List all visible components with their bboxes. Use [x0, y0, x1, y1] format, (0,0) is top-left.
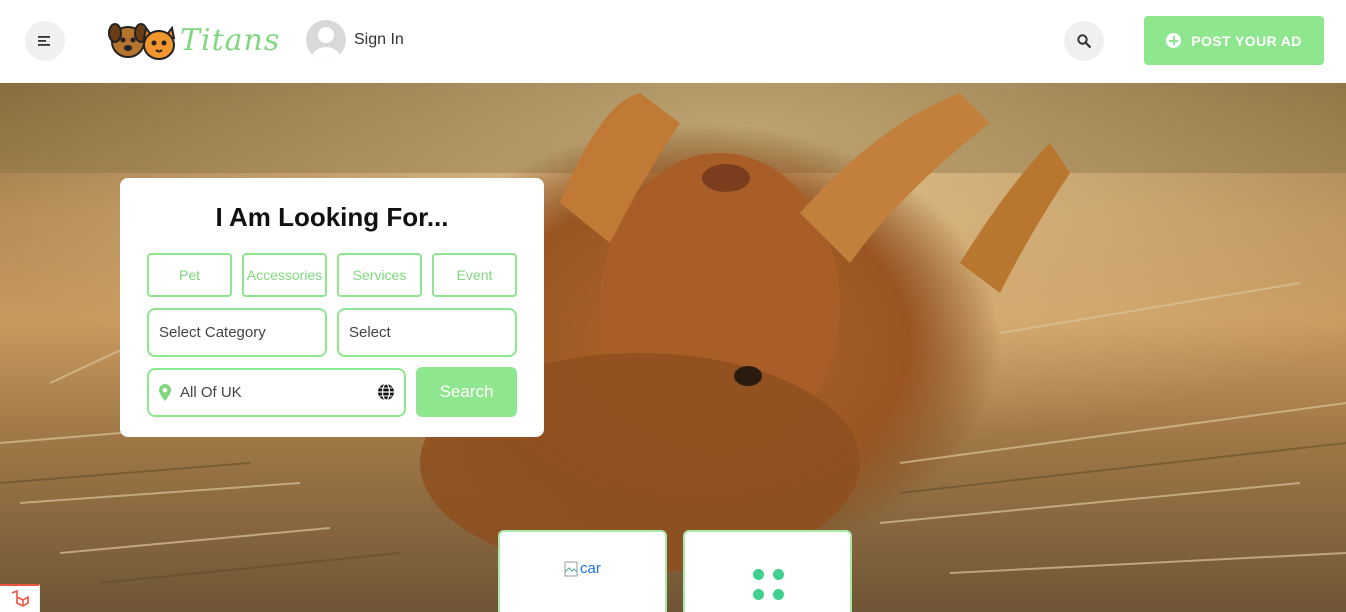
- site-header: Titans Sign In POST YOUR AD: [0, 0, 1346, 83]
- post-ad-button[interactable]: POST YOUR AD: [1144, 16, 1324, 65]
- car-image-alt: car: [580, 560, 601, 577]
- location-pin-icon: [159, 384, 171, 401]
- sign-in-link[interactable]: Sign In: [306, 20, 404, 60]
- location-input-value: All Of UK: [180, 384, 242, 401]
- menu-icon: [38, 36, 50, 46]
- search-icon: [1077, 34, 1091, 48]
- laravel-debug-badge[interactable]: [0, 584, 40, 612]
- avatar: [306, 20, 346, 60]
- tab-event[interactable]: Event: [432, 253, 517, 297]
- car-image-broken: car: [564, 560, 601, 577]
- site-logo[interactable]: Titans: [108, 18, 280, 62]
- plus-circle-icon: [1166, 33, 1182, 48]
- location-input[interactable]: All Of UK: [147, 368, 406, 417]
- subcategory-select[interactable]: Select: [337, 308, 517, 357]
- tab-services[interactable]: Services: [337, 253, 422, 297]
- search-submit-button[interactable]: Search: [416, 367, 517, 417]
- tab-accessories[interactable]: Accessories: [242, 253, 327, 297]
- menu-button[interactable]: [25, 21, 65, 61]
- search-card-title: I Am Looking For...: [215, 202, 449, 232]
- tab-pet[interactable]: Pet: [147, 253, 232, 297]
- category-select[interactable]: Select Category: [147, 308, 327, 357]
- laravel-icon: [11, 589, 29, 607]
- category-tile-car[interactable]: car: [498, 530, 667, 612]
- user-icon: [312, 27, 340, 60]
- grid-dots-icon: [753, 569, 785, 601]
- subcategory-select-label: Select: [349, 324, 391, 341]
- post-ad-label: POST YOUR AD: [1191, 32, 1302, 49]
- category-tile-all[interactable]: [683, 530, 852, 612]
- logo-text: Titans: [180, 22, 281, 58]
- globe-icon[interactable]: [377, 383, 395, 401]
- broken-image-icon: [564, 561, 578, 576]
- category-select-label: Select Category: [159, 324, 266, 341]
- header-search-button[interactable]: [1064, 21, 1104, 61]
- dog-cat-logo-icon: [108, 23, 176, 60]
- search-card: I Am Looking For... Pet Accessories Serv…: [120, 178, 544, 437]
- sign-in-label: Sign In: [354, 31, 404, 48]
